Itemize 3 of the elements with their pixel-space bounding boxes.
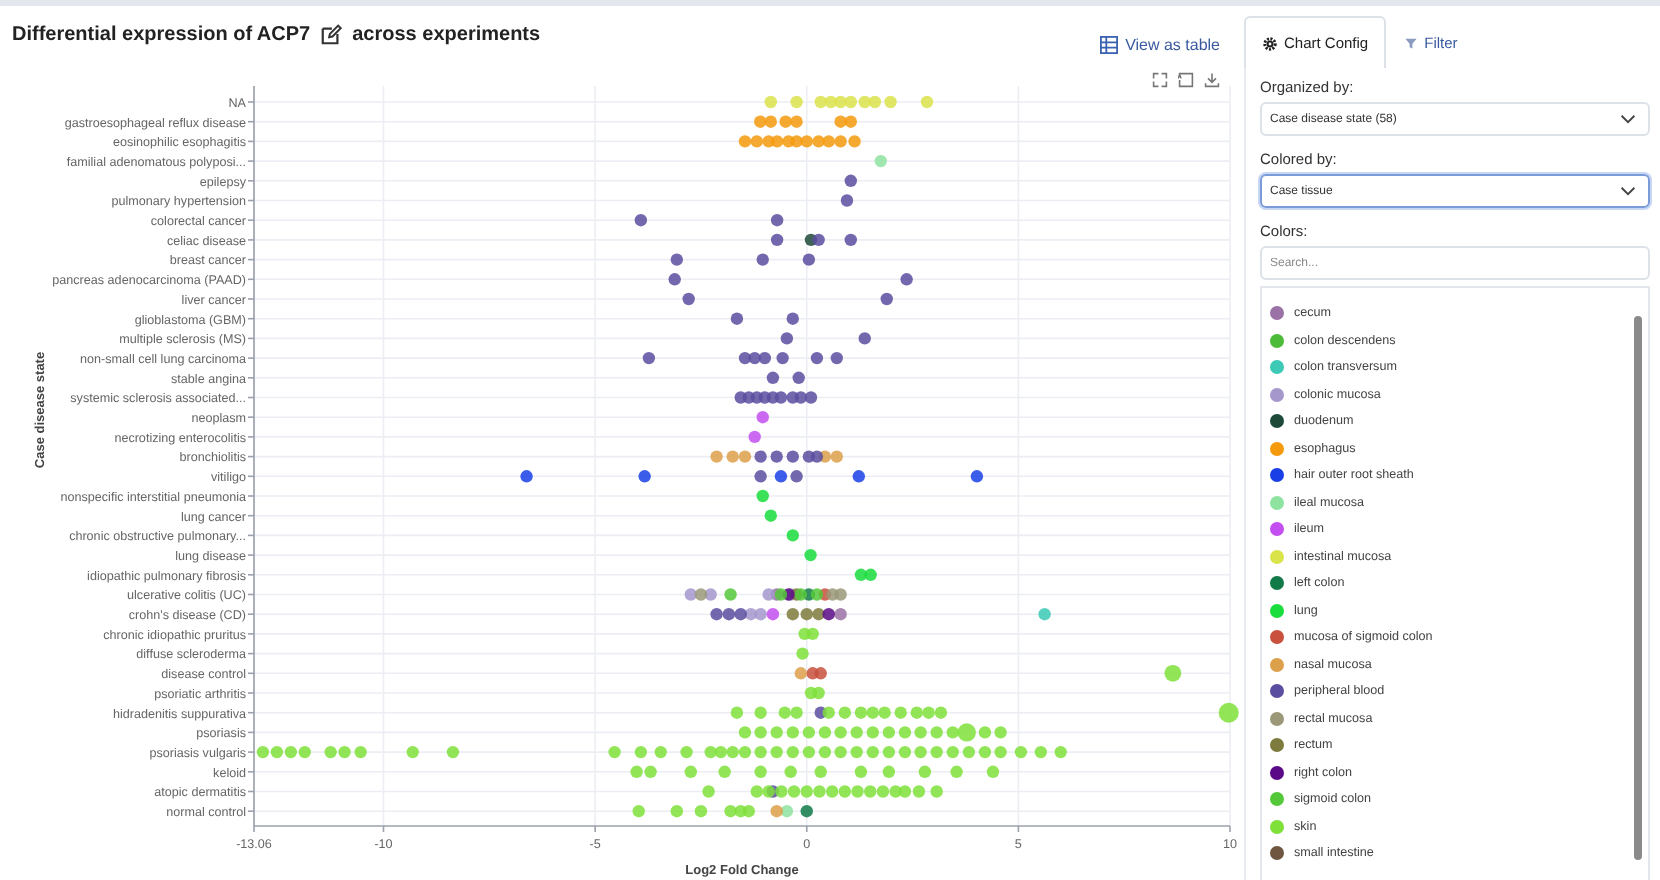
chart-title: across experiments [352,24,541,46]
view-as-table-button[interactable]: View as table [1091,32,1228,58]
chart-title: Differential expression of ACP7 [12,24,311,46]
